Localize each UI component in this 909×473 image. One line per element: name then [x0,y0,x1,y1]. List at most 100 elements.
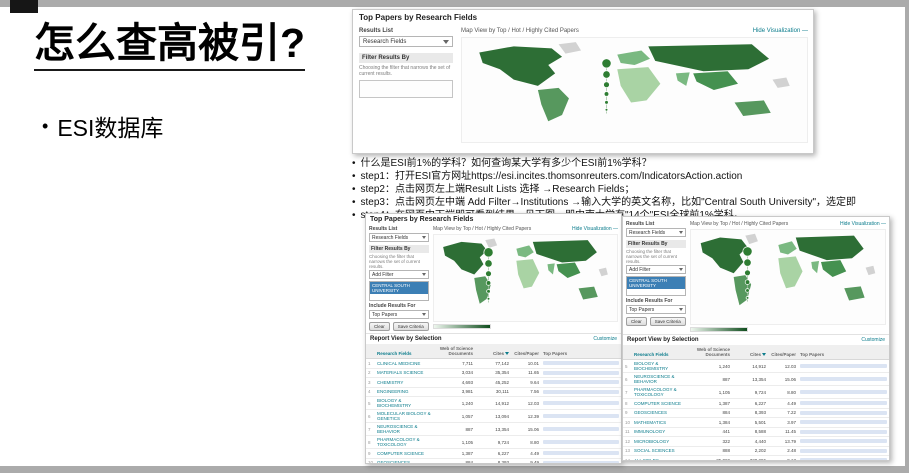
field-link[interactable]: PHARMACOLOGY & TOXICOLOGY [634,387,692,397]
cites-value: 30,111 [477,389,513,394]
field-link[interactable]: CLINICAL MEDICINE [377,361,435,366]
cites-value: 2,202 [734,448,770,453]
field-link[interactable]: MATERIALS SCIENCE [377,370,435,375]
institution-listbox[interactable]: CENTRAL SOUTH UNIVERSITY [626,276,686,296]
table-row: 2 MATERIALS SCIENCE 3,034 35,354 11.65 [366,369,621,379]
cites-value: 13,094 [477,414,513,419]
cites-paper-column-header[interactable]: Cites/Paper [770,352,800,357]
include-results-value: Top Papers [629,307,654,313]
docs-value: 1,057 [435,414,477,419]
field-link[interactable]: COMPUTER SCIENCE [634,401,692,406]
note-item: step1：打开ESI官方网址https://esi.incites.thoms… [352,170,904,183]
bar-track [800,449,887,453]
cites-column-header[interactable]: Cites [734,352,770,357]
docs-value: 3,034 [435,370,477,375]
clear-button[interactable]: Clear [369,322,390,331]
docs-value: 887 [692,377,734,382]
top-papers-column-header[interactable]: Top Papers [543,351,619,356]
map-marker-legend[interactable] [600,46,613,127]
field-link[interactable]: ENGINEERING [377,389,435,394]
top-papers-column-header[interactable]: Top Papers [800,352,887,357]
bullet-text: ESI数据库 [57,109,163,143]
field-link[interactable]: MATHEMATICS [634,420,692,425]
field-link[interactable]: GEOSCIENCES [634,410,692,415]
cites-paper-value: 8.80 [770,390,800,395]
cites-paper-column-header[interactable]: Cites/Paper [513,351,543,356]
customize-link[interactable]: Customize [593,336,617,342]
include-results-dropdown[interactable]: Top Papers [626,305,686,314]
cites-paper-value: 3.97 [770,420,800,425]
world-map-svg [691,230,885,324]
selected-institution[interactable]: CENTRAL SOUTH UNIVERSITY [627,277,685,289]
table-row: 6 MOLECULAR BIOLOGY & GENETICS 1,057 13,… [366,410,621,423]
docs-value: 7,711 [435,361,477,366]
docs-value: 1,387 [692,401,734,406]
hide-visualization-link[interactable]: Hide Visualization — [572,226,618,232]
top-papers-bar-cell [543,461,619,464]
results-list-label: Results List [359,28,453,34]
customize-link[interactable]: Customize [861,337,885,343]
institution-listbox[interactable]: CENTRAL SOUTH UNIVERSITY [369,281,429,301]
note-item: 什么是ESI前1%的学科？如何查询某大学有多少个ESI前1%学科？ [352,157,904,170]
add-filter-dropdown[interactable]: Add Filter [369,270,429,279]
clear-button[interactable]: Clear [626,317,647,326]
top-papers-bar-cell [543,380,619,384]
cites-column-header[interactable]: Cites [477,351,513,356]
field-link[interactable]: PHARMACOLOGY & TOXICOLOGY [377,437,435,447]
hide-visualization-link[interactable]: Hide Visualization — [840,221,886,227]
presentation-window: 怎么查高被引? • ESI数据库 Top Papers by Research … [0,0,909,473]
results-list-dropdown[interactable]: Research Fields [359,36,453,47]
field-column-header[interactable]: Research Fields [634,352,692,357]
results-list-dropdown[interactable]: Research Fields [369,233,429,242]
selected-institution[interactable]: CENTRAL SOUTH UNIVERSITY [370,282,428,294]
map-marker-legend[interactable] [482,242,495,309]
cites-value: 77,142 [477,361,513,366]
field-link[interactable]: GEOSCIENCES [377,460,435,464]
results-list-label: Results List [626,221,686,227]
note-item: step3：点击网页左中端 Add Filter→Institutions →输… [352,196,904,209]
save-criteria-button[interactable]: Save Criteria [393,322,429,331]
docs-value: 884 [692,410,734,415]
top-papers-bar-cell [543,451,619,455]
field-link[interactable]: MOLECULAR BIOLOGY & GENETICS [377,411,435,421]
docs-column-header[interactable]: Web of Science Documents [435,346,477,356]
map-panel: Map View by Top / Hot / Highly Cited Pap… [461,28,808,149]
row-rank: 4 [368,389,377,394]
hide-visualization-link[interactable]: Hide Visualization — [753,28,808,34]
table-row: 7 PHARMACOLOGY & TOXICOLOGY 1,105 9,724 … [623,386,889,399]
field-link[interactable]: IMMUNOLOGY [634,429,692,434]
filter-placeholder-box[interactable] [359,80,453,98]
top-papers-bar-cell [800,449,887,453]
docs-column-header[interactable]: Web of Science Documents [692,347,734,357]
field-link[interactable]: SOCIAL SCIENCES [634,448,692,453]
map-color-legend [690,327,748,332]
field-link[interactable]: NEUROSCIENCE & BEHAVIOR [634,374,692,384]
results-list-dropdown[interactable]: Research Fields [626,228,686,237]
bar-track [543,401,619,405]
include-results-dropdown[interactable]: Top Papers [369,310,429,319]
filter-results-header: Filter Results By [369,245,429,253]
bullet-dot: • [42,116,48,137]
cites-value: 8,588 [734,429,770,434]
field-link[interactable]: ALL FIELDS [634,458,692,461]
sort-desc-icon [505,352,509,355]
field-link[interactable]: BIOLOGY & BIOCHEMISTRY [377,398,435,408]
save-criteria-button[interactable]: Save Criteria [650,317,686,326]
field-column-header[interactable]: Research Fields [377,351,435,356]
map-marker-legend[interactable] [741,238,754,311]
row-rank: 6 [625,377,634,382]
field-link[interactable]: COMPUTER SCIENCE [377,451,435,456]
field-link[interactable]: NEUROSCIENCE & BEHAVIOR [377,424,435,434]
field-link[interactable]: BIOLOGY & BIOCHEMISTRY [634,361,692,371]
add-filter-dropdown[interactable]: Add Filter [626,265,686,274]
row-rank: 7 [368,427,377,432]
table-header-row: Research Fields Web of Science Documents… [623,345,889,360]
field-link[interactable]: MICROBIOLOGY [634,439,692,444]
table-row: 8 PHARMACOLOGY & TOXICOLOGY 1,105 9,724 … [366,436,621,449]
bar-track [543,440,619,444]
add-filter-label: Add Filter [629,267,650,273]
map-view-label: Map View by Top / Hot / Highly Cited Pap… [433,226,531,232]
field-link[interactable]: CHEMISTRY [377,380,435,385]
top-papers-bar-cell [800,377,887,381]
esi-screenshot-results: Results List Research Fields Filter Resu… [622,216,890,461]
